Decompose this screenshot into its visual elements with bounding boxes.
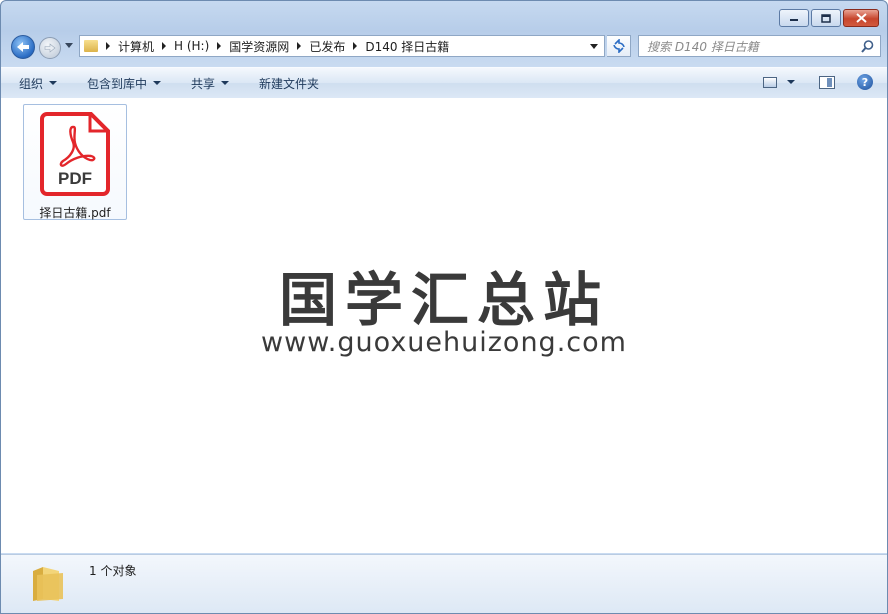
caption-buttons <box>777 9 879 27</box>
chevron-right-icon[interactable] <box>297 42 302 50</box>
view-options-dropdown[interactable] <box>787 80 795 84</box>
minimize-icon <box>790 19 798 21</box>
close-button[interactable] <box>843 9 879 27</box>
explorer-window: 计算机 H (H:) 国学资源网 已发布 D140 择日古籍 组织 包含到库中 <box>0 0 888 614</box>
breadcrumb-guoxue[interactable]: 国学资源网 <box>229 38 289 55</box>
close-icon <box>855 13 867 23</box>
folder-icon <box>33 567 63 601</box>
watermark-title: 国学汇总站 <box>278 266 609 334</box>
search-box[interactable] <box>638 35 881 57</box>
details-pane: 1 个对象 <box>1 554 887 613</box>
preview-pane-icon[interactable] <box>819 75 835 89</box>
arrow-right-icon <box>44 43 56 53</box>
breadcrumb-drive-h[interactable]: H (H:) <box>174 39 209 53</box>
breadcrumb-current-folder[interactable]: D140 择日古籍 <box>365 38 449 55</box>
minimize-button[interactable] <box>779 9 809 27</box>
breadcrumb-published[interactable]: 已发布 <box>309 38 345 55</box>
maximize-icon <box>821 13 831 23</box>
help-icon[interactable]: ? <box>857 74 873 90</box>
address-history-dropdown[interactable] <box>590 44 598 49</box>
include-in-library-label: 包含到库中 <box>87 76 148 91</box>
share-menu[interactable]: 共享 <box>191 75 230 92</box>
breadcrumb-computer[interactable]: 计算机 <box>118 38 154 55</box>
maximize-button[interactable] <box>811 9 841 27</box>
pdf-file-icon: PDF <box>40 112 110 196</box>
back-button[interactable] <box>11 35 35 59</box>
arrow-left-icon <box>17 42 29 52</box>
command-bar: 组织 包含到库中 共享 新建文件夹 ? <box>1 67 887 99</box>
organize-label: 组织 <box>19 76 44 91</box>
svg-text:PDF: PDF <box>58 169 92 188</box>
item-count: 1 个对象 <box>89 564 137 578</box>
organize-menu[interactable]: 组织 <box>19 75 58 92</box>
refresh-icon <box>612 39 625 53</box>
file-name: 择日古籍.pdf <box>39 206 111 220</box>
chevron-right-icon[interactable] <box>106 42 110 50</box>
navigation-bar: 计算机 H (H:) 国学资源网 已发布 D140 择日古籍 <box>9 35 881 59</box>
chevron-right-icon[interactable] <box>353 42 358 50</box>
toolbar-right-group: ? <box>763 74 873 90</box>
new-folder-label: 新建文件夹 <box>259 76 320 91</box>
chevron-down-icon <box>49 81 58 85</box>
file-list-area[interactable]: PDF 择日古籍.pdf 国学汇总站 www.guoxuehuizong.com <box>1 98 887 553</box>
chevron-right-icon[interactable] <box>217 42 222 50</box>
chevron-down-icon <box>153 81 162 85</box>
file-item[interactable]: PDF 择日古籍.pdf <box>23 104 127 220</box>
refresh-button[interactable] <box>607 35 631 57</box>
watermark-url: www.guoxuehuizong.com <box>261 327 627 358</box>
new-folder-button[interactable]: 新建文件夹 <box>259 75 319 92</box>
share-label: 共享 <box>191 76 216 91</box>
chevron-right-icon[interactable] <box>162 42 167 50</box>
folder-icon <box>84 40 98 52</box>
recent-pages-dropdown[interactable] <box>65 43 73 48</box>
search-input[interactable] <box>645 37 849 57</box>
chevron-down-icon <box>221 81 230 85</box>
search-icon[interactable] <box>861 40 874 53</box>
include-in-library-menu[interactable]: 包含到库中 <box>87 75 162 92</box>
forward-button[interactable] <box>39 37 61 59</box>
address-bar[interactable]: 计算机 H (H:) 国学资源网 已发布 D140 择日古籍 <box>79 35 605 57</box>
change-view-icon[interactable] <box>763 76 777 88</box>
